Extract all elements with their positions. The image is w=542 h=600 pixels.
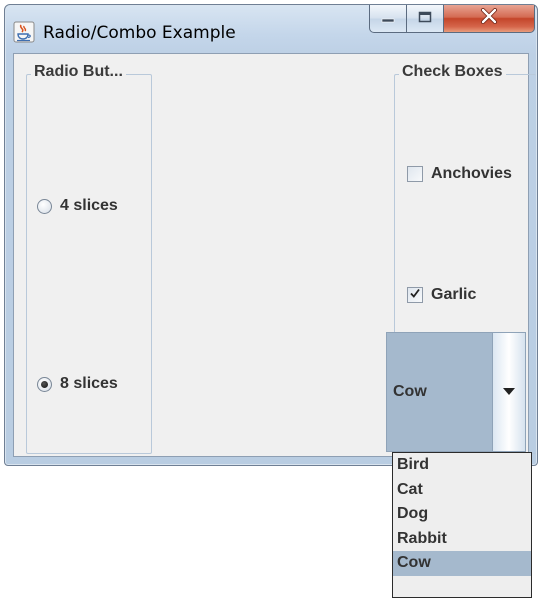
maximize-button[interactable]: [406, 5, 444, 33]
checkbox-box-checked[interactable]: [407, 287, 423, 303]
combo-option-bird[interactable]: Bird: [393, 453, 531, 478]
radio-4-slices[interactable]: 4 slices: [37, 197, 118, 215]
radio-group: Radio But... 4 slices 8 slices: [26, 63, 152, 454]
combo-arrow-button[interactable]: [493, 333, 525, 451]
combo-option-cat[interactable]: Cat: [393, 478, 531, 503]
checkbox-box[interactable]: [407, 166, 423, 182]
radio-label: 4 slices: [60, 197, 118, 214]
combo-option-dog[interactable]: Dog: [393, 502, 531, 527]
caption-buttons: [369, 5, 535, 39]
animal-combo-box[interactable]: Cow: [386, 332, 526, 452]
checkmark-icon: [409, 286, 421, 304]
java-icon[interactable]: [13, 21, 35, 43]
radio-8-slices[interactable]: 8 slices: [37, 375, 118, 393]
radio-button-circle-selected[interactable]: [37, 376, 52, 392]
checkbox-group-legend: Check Boxes: [399, 63, 506, 81]
combo-dropdown-list: Bird Cat Dog Rabbit Cow: [392, 452, 532, 598]
combo-selected-value[interactable]: Cow: [387, 333, 493, 451]
close-icon: [480, 8, 498, 29]
title-bar[interactable]: Radio/Combo Example: [5, 5, 537, 53]
combo-option-rabbit[interactable]: Rabbit: [393, 527, 531, 552]
maximize-icon: [418, 10, 432, 28]
checkbox-label: Garlic: [431, 286, 477, 303]
chevron-down-icon: [502, 383, 516, 401]
window-title: Radio/Combo Example: [43, 23, 236, 43]
minimize-button[interactable]: [369, 5, 407, 33]
checkbox-anchovies[interactable]: Anchovies: [407, 165, 512, 183]
checkbox-garlic[interactable]: Garlic: [407, 286, 476, 304]
radio-group-legend: Radio But...: [31, 63, 126, 81]
checkbox-label: Anchovies: [431, 165, 512, 182]
radio-button-circle[interactable]: [37, 198, 52, 214]
radio-label: 8 slices: [60, 375, 118, 392]
minimize-icon: [381, 10, 395, 28]
combo-option-cow[interactable]: Cow: [393, 551, 531, 576]
close-button[interactable]: [443, 5, 535, 33]
